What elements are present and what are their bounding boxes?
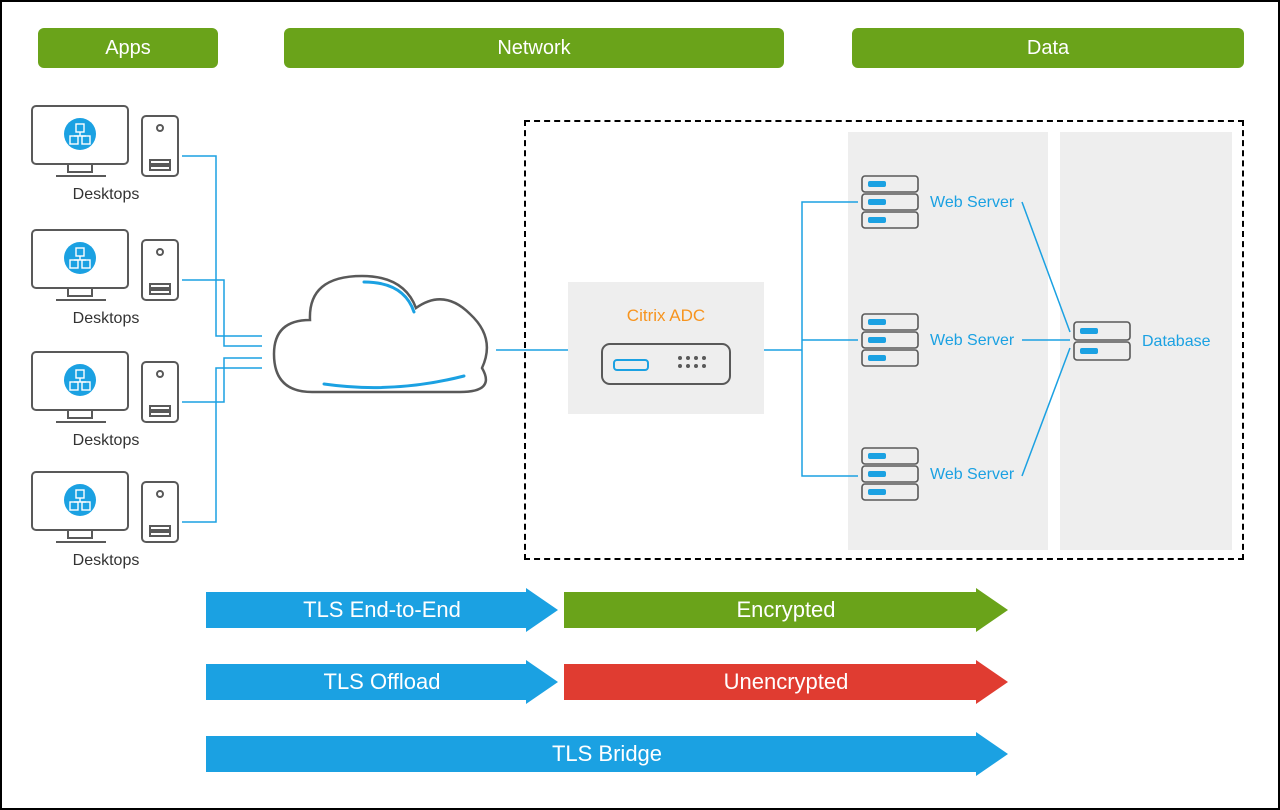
arrow-tls-e2e: TLS End-to-End <box>206 588 558 632</box>
arrow-label: TLS Offload <box>324 669 441 695</box>
arrow-label: Encrypted <box>736 597 835 623</box>
arrow-label: TLS End-to-End <box>303 597 461 623</box>
diagram-frame: Apps Network Data <box>0 0 1280 810</box>
arrow-tls-bridge: TLS Bridge <box>206 732 1008 776</box>
arrow-tls-offload: TLS Offload <box>206 660 558 704</box>
ws-db-connectors <box>2 2 1202 602</box>
arrow-encrypted: Encrypted <box>564 588 1008 632</box>
arrow-unencrypted: Unencrypted <box>564 660 1008 704</box>
arrow-label: Unencrypted <box>724 669 849 695</box>
arrow-label: TLS Bridge <box>552 741 662 767</box>
